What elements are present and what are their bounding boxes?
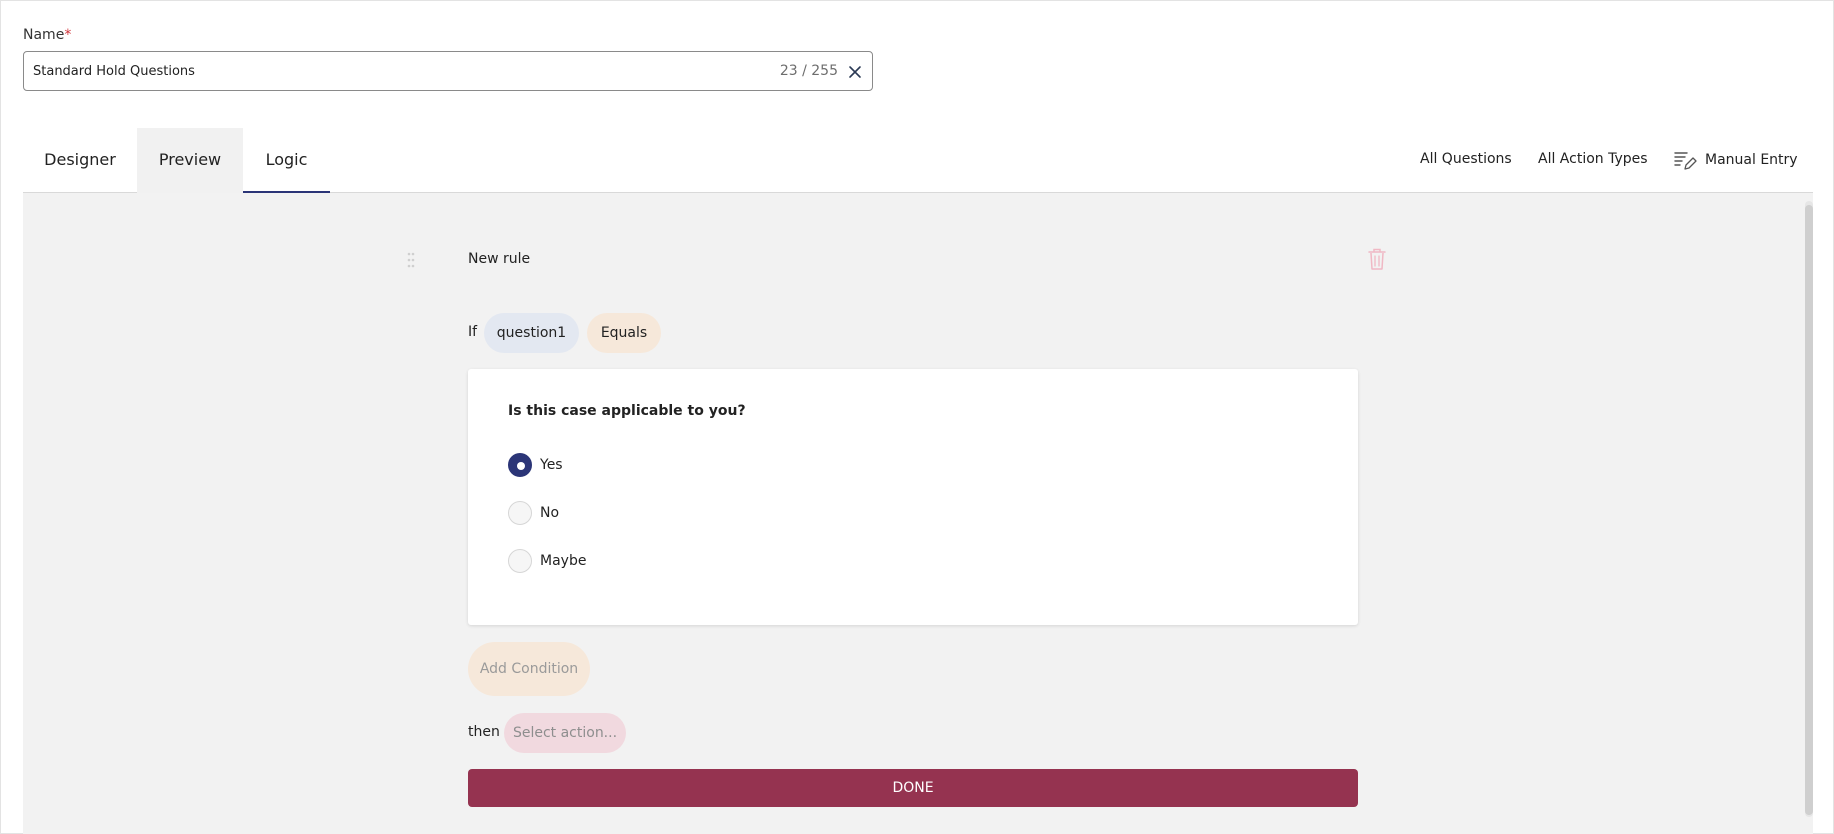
radio-label: Yes (540, 457, 563, 473)
operator-chip[interactable]: Equals (587, 313, 661, 353)
page: Name* 23 / 255 Designer Preview Logic Al… (0, 0, 1834, 834)
trash-icon[interactable] (1367, 247, 1387, 271)
question-chip[interactable]: question1 (484, 313, 579, 353)
edit-list-icon (1674, 152, 1697, 170)
add-condition-button[interactable]: Add Condition (468, 642, 590, 696)
manual-entry-label: Manual Entry (1705, 152, 1798, 168)
question-text: Is this case applicable to you? (508, 403, 746, 419)
if-label: If (468, 324, 478, 340)
tab-logic[interactable]: Logic (243, 128, 330, 193)
close-icon[interactable] (846, 63, 864, 81)
radio-option-no[interactable]: No (508, 501, 559, 525)
radio-label: Maybe (540, 553, 587, 569)
name-input[interactable] (33, 52, 773, 90)
radio-option-yes[interactable]: Yes (508, 453, 563, 477)
scrollbar-thumb[interactable] (1805, 205, 1813, 815)
radio-label: No (540, 505, 560, 521)
rule-title: New rule (468, 251, 531, 267)
tab-designer[interactable]: Designer (23, 128, 137, 193)
name-label: Name* (23, 27, 72, 43)
radio-button[interactable] (508, 453, 532, 477)
all-questions-filter[interactable]: All Questions (1420, 151, 1512, 167)
radio-button[interactable] (508, 549, 532, 573)
character-counter: 23 / 255 (779, 63, 838, 79)
drag-handle-icon[interactable] (405, 250, 417, 270)
select-action-chip[interactable]: Select action... (504, 713, 626, 753)
radio-button[interactable] (508, 501, 532, 525)
all-action-types-filter[interactable]: All Action Types (1538, 151, 1648, 167)
required-mark: * (64, 27, 72, 43)
vertical-scrollbar[interactable] (1805, 201, 1813, 817)
then-label: then (468, 724, 500, 740)
question-card: Is this case applicable to you? Yes No M… (468, 369, 1358, 625)
manual-entry-button[interactable]: Manual Entry (1673, 148, 1798, 172)
radio-option-maybe[interactable]: Maybe (508, 549, 586, 573)
name-field[interactable]: 23 / 255 (23, 51, 873, 91)
tab-preview[interactable]: Preview (137, 128, 243, 193)
done-button[interactable]: DONE (468, 769, 1358, 807)
